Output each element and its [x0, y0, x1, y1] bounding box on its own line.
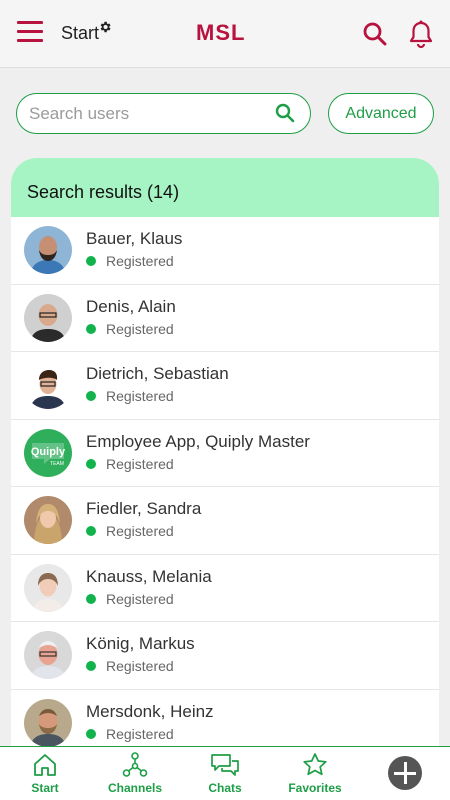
svg-text:Quiply: Quiply: [31, 446, 66, 458]
app-bar: Start MSL: [0, 0, 450, 68]
bottom-nav: Start Channels Chats Favorites: [0, 746, 450, 800]
search-input[interactable]: [29, 102, 269, 126]
user-status: Registered: [106, 590, 174, 607]
user-status: Registered: [106, 725, 174, 742]
nav-label: Start: [31, 781, 59, 795]
status-dot: [86, 593, 96, 604]
user-name: Bauer, Klaus: [86, 229, 183, 248]
status-dot: [86, 526, 96, 536]
user-row[interactable]: Fiedler, Sandra Registered: [11, 487, 439, 555]
user-row[interactable]: Bauer, Klaus Registered: [11, 217, 439, 285]
user-status: Registered: [106, 320, 174, 337]
status-dot: [86, 391, 96, 401]
user-name: Knauss, Melania: [86, 566, 212, 586]
status-dot: [86, 661, 96, 671]
avatar: Quiply TEAM: [24, 428, 72, 477]
avatar: [24, 293, 72, 342]
user-name: Employee App, Quiply Master: [86, 431, 310, 451]
user-row[interactable]: Denis, Alain Registered: [11, 284, 439, 352]
user-name: Dietrich, Sebastian: [86, 364, 229, 383]
nav-label: Favorites: [288, 781, 342, 795]
nav-item-channels[interactable]: Channels: [90, 747, 180, 800]
results-count: Search results (14): [27, 182, 180, 202]
nav-item-favorites[interactable]: Favorites: [270, 747, 360, 800]
user-name: König, Markus: [86, 634, 195, 653]
status-dot: [86, 728, 96, 739]
nav-label: Channels: [107, 781, 162, 795]
results-header: Search results (14): [11, 158, 439, 217]
svg-text:TEAM: TEAM: [50, 461, 64, 467]
add-icon[interactable]: [388, 756, 422, 790]
advanced-search-button[interactable]: Advanced: [328, 93, 434, 134]
menu-icon[interactable]: [17, 21, 45, 47]
logo: MSL: [196, 20, 246, 45]
user-row[interactable]: Dietrich, Sebastian Registered: [11, 352, 439, 420]
user-name: Denis, Alain: [86, 296, 176, 316]
home-icon: [34, 754, 56, 776]
results-card: Search results (14) Bauer, Klaus Registe…: [11, 158, 439, 758]
user-status: Registered: [106, 388, 174, 404]
channels-icon: [122, 752, 148, 777]
bell-icon[interactable]: [407, 19, 435, 49]
user-status: Registered: [106, 523, 174, 539]
avatar: [24, 361, 72, 409]
avatar: [24, 226, 72, 274]
status-dot: [86, 256, 96, 266]
user-name: Fiedler, Sandra: [86, 499, 202, 518]
user-status: Registered: [106, 658, 174, 674]
nav-item-chats[interactable]: Chats: [180, 747, 270, 800]
user-status: Registered: [106, 455, 174, 472]
search-box: [16, 93, 311, 134]
nav-label: Chats: [208, 781, 242, 795]
user-status: Registered: [106, 253, 174, 269]
user-name: Mersdonk, Heinz: [86, 701, 214, 721]
avatar: [24, 698, 72, 747]
search-icon[interactable]: [274, 102, 296, 124]
avatar: [24, 496, 72, 544]
chats-icon: [211, 754, 239, 776]
user-row[interactable]: Quiply TEAM Employee App, Quiply Master …: [11, 419, 439, 487]
page-title: Start: [61, 23, 100, 43]
search-icon[interactable]: [361, 20, 389, 48]
status-dot: [86, 323, 96, 334]
nav-item-start[interactable]: Start: [0, 747, 90, 800]
star-icon: [303, 753, 327, 776]
status-dot: [86, 458, 96, 469]
avatar: [24, 631, 72, 679]
user-row[interactable]: Knauss, Melania Registered: [11, 554, 439, 622]
user-row[interactable]: König, Markus Registered: [11, 622, 439, 690]
avatar: [24, 563, 72, 612]
gear-icon[interactable]: [98, 20, 112, 34]
